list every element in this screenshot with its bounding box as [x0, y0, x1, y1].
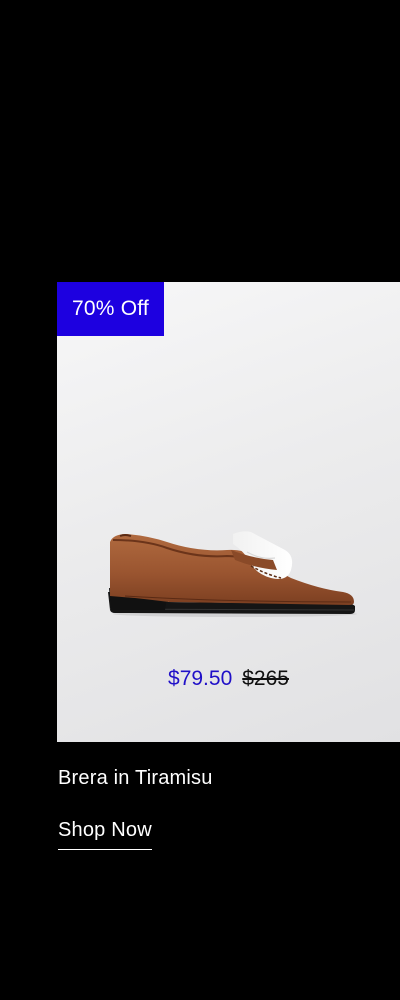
- page: 70% Off $79.50 $265 Brera in Tiramisu Sh…: [0, 0, 400, 1000]
- price-row: $79.50 $265: [57, 666, 400, 692]
- sale-price: $79.50: [168, 667, 233, 690]
- shop-now-link[interactable]: Shop Now: [58, 817, 152, 850]
- product-card[interactable]: 70% Off $79.50 $265: [57, 282, 400, 742]
- discount-badge: 70% Off: [57, 282, 164, 336]
- product-name[interactable]: Brera in Tiramisu: [58, 765, 213, 791]
- loafer-shoe-image[interactable]: [105, 522, 360, 622]
- original-price: $265: [242, 667, 289, 690]
